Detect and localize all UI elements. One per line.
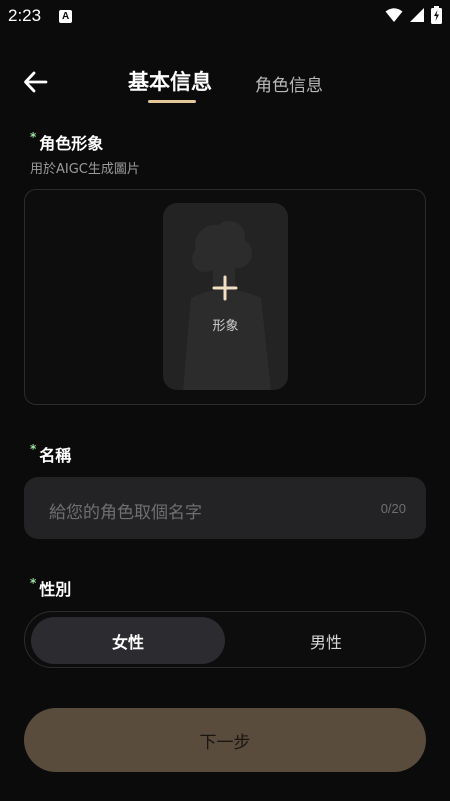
active-tab-indicator: [148, 100, 196, 103]
gender-label: * 性別: [30, 576, 71, 600]
wifi-icon: [385, 8, 403, 22]
gender-option-male[interactable]: 男性: [229, 617, 423, 664]
gender-option-female[interactable]: 女性: [31, 617, 225, 664]
gender-toggle: 女性 男性: [24, 611, 426, 668]
battery-charging-icon: [431, 6, 442, 24]
status-time: 2:23: [8, 6, 42, 25]
back-arrow-icon[interactable]: [22, 68, 50, 96]
gender-label-text: 性別: [39, 580, 72, 599]
required-mark: *: [30, 442, 37, 456]
appearance-label-text: 角色形象: [39, 134, 104, 153]
name-char-counter: 0/20: [380, 501, 406, 516]
name-input[interactable]: 給您的角色取個名字 0/20: [24, 477, 426, 539]
plus-icon: [212, 275, 238, 301]
signal-icon: [410, 8, 424, 22]
tab-basic-info[interactable]: 基本信息: [128, 66, 212, 96]
avatar-card-label: 形象: [212, 319, 239, 334]
status-bar: 2:23 A: [0, 0, 450, 32]
required-mark: *: [30, 576, 37, 590]
required-mark: *: [30, 130, 37, 144]
next-step-button[interactable]: 下一步: [24, 708, 426, 772]
name-label: * 名稱: [30, 442, 71, 466]
tab-role-info[interactable]: 角色信息: [255, 71, 323, 96]
status-icons: [385, 6, 442, 24]
appearance-sublabel: 用於AIGC生成圖片: [30, 162, 140, 177]
name-label-text: 名稱: [39, 446, 72, 465]
avatar-upload-button[interactable]: 形象: [163, 203, 288, 390]
name-placeholder: 給您的角色取個名字: [49, 503, 202, 523]
accessibility-notification-icon: A: [59, 9, 73, 23]
appearance-label: * 角色形象: [30, 130, 103, 154]
